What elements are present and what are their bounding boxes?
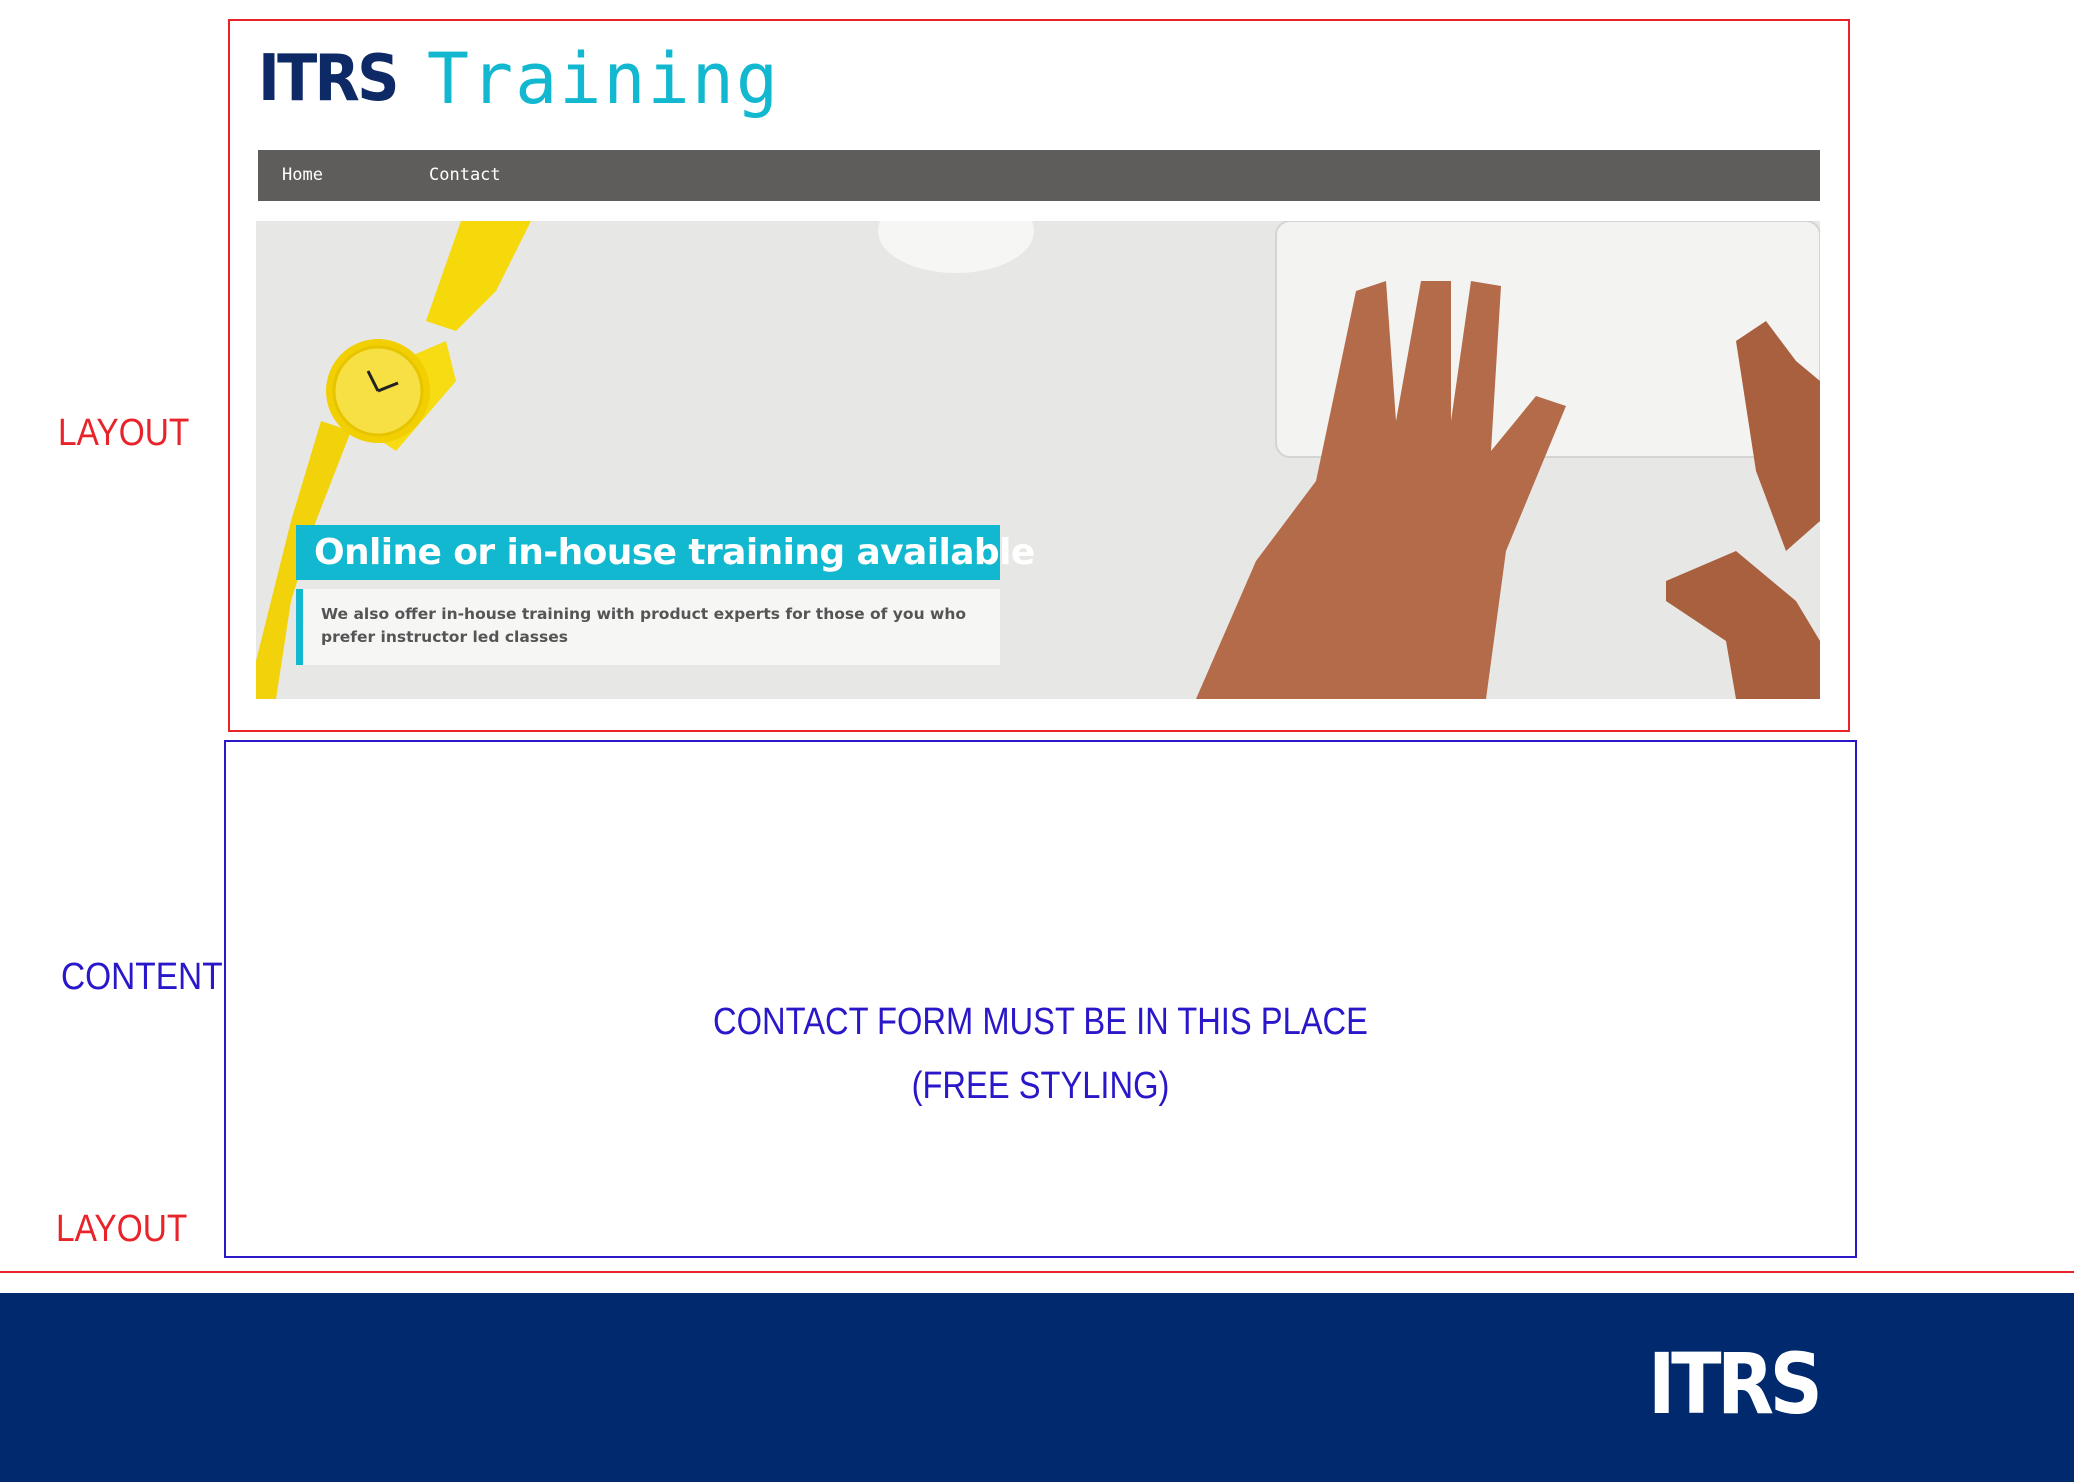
- logo-brand: ITRS: [258, 42, 400, 116]
- nav-item-home[interactable]: Home: [282, 150, 323, 201]
- hero-title: Online or in-house training available: [296, 525, 1035, 580]
- layout-annotation-bottom: LAYOUT: [56, 1208, 188, 1250]
- nav-item-contact[interactable]: Contact: [429, 150, 501, 201]
- logo-word: Training: [426, 38, 780, 120]
- hero-description: We also offer in-house training with pro…: [296, 589, 1000, 665]
- footer-logo[interactable]: ITRS: [1648, 1335, 1823, 1433]
- content-placeholder: CONTACT FORM MUST BE IN THIS PLACE (FREE…: [224, 990, 1857, 1118]
- main-nav: Home Contact: [258, 150, 1820, 201]
- hero-banner: Online or in-house training available We…: [256, 221, 1820, 699]
- layout-annotation-top: LAYOUT: [58, 412, 190, 454]
- content-annotation: CONTENT: [61, 956, 223, 998]
- content-placeholder-line1: CONTACT FORM MUST BE IN THIS PLACE: [713, 1001, 1368, 1043]
- content-placeholder-line2: (FREE STYLING): [911, 1065, 1170, 1107]
- site-logo[interactable]: ITRS Training: [258, 38, 780, 128]
- layout-divider: [0, 1271, 2074, 1273]
